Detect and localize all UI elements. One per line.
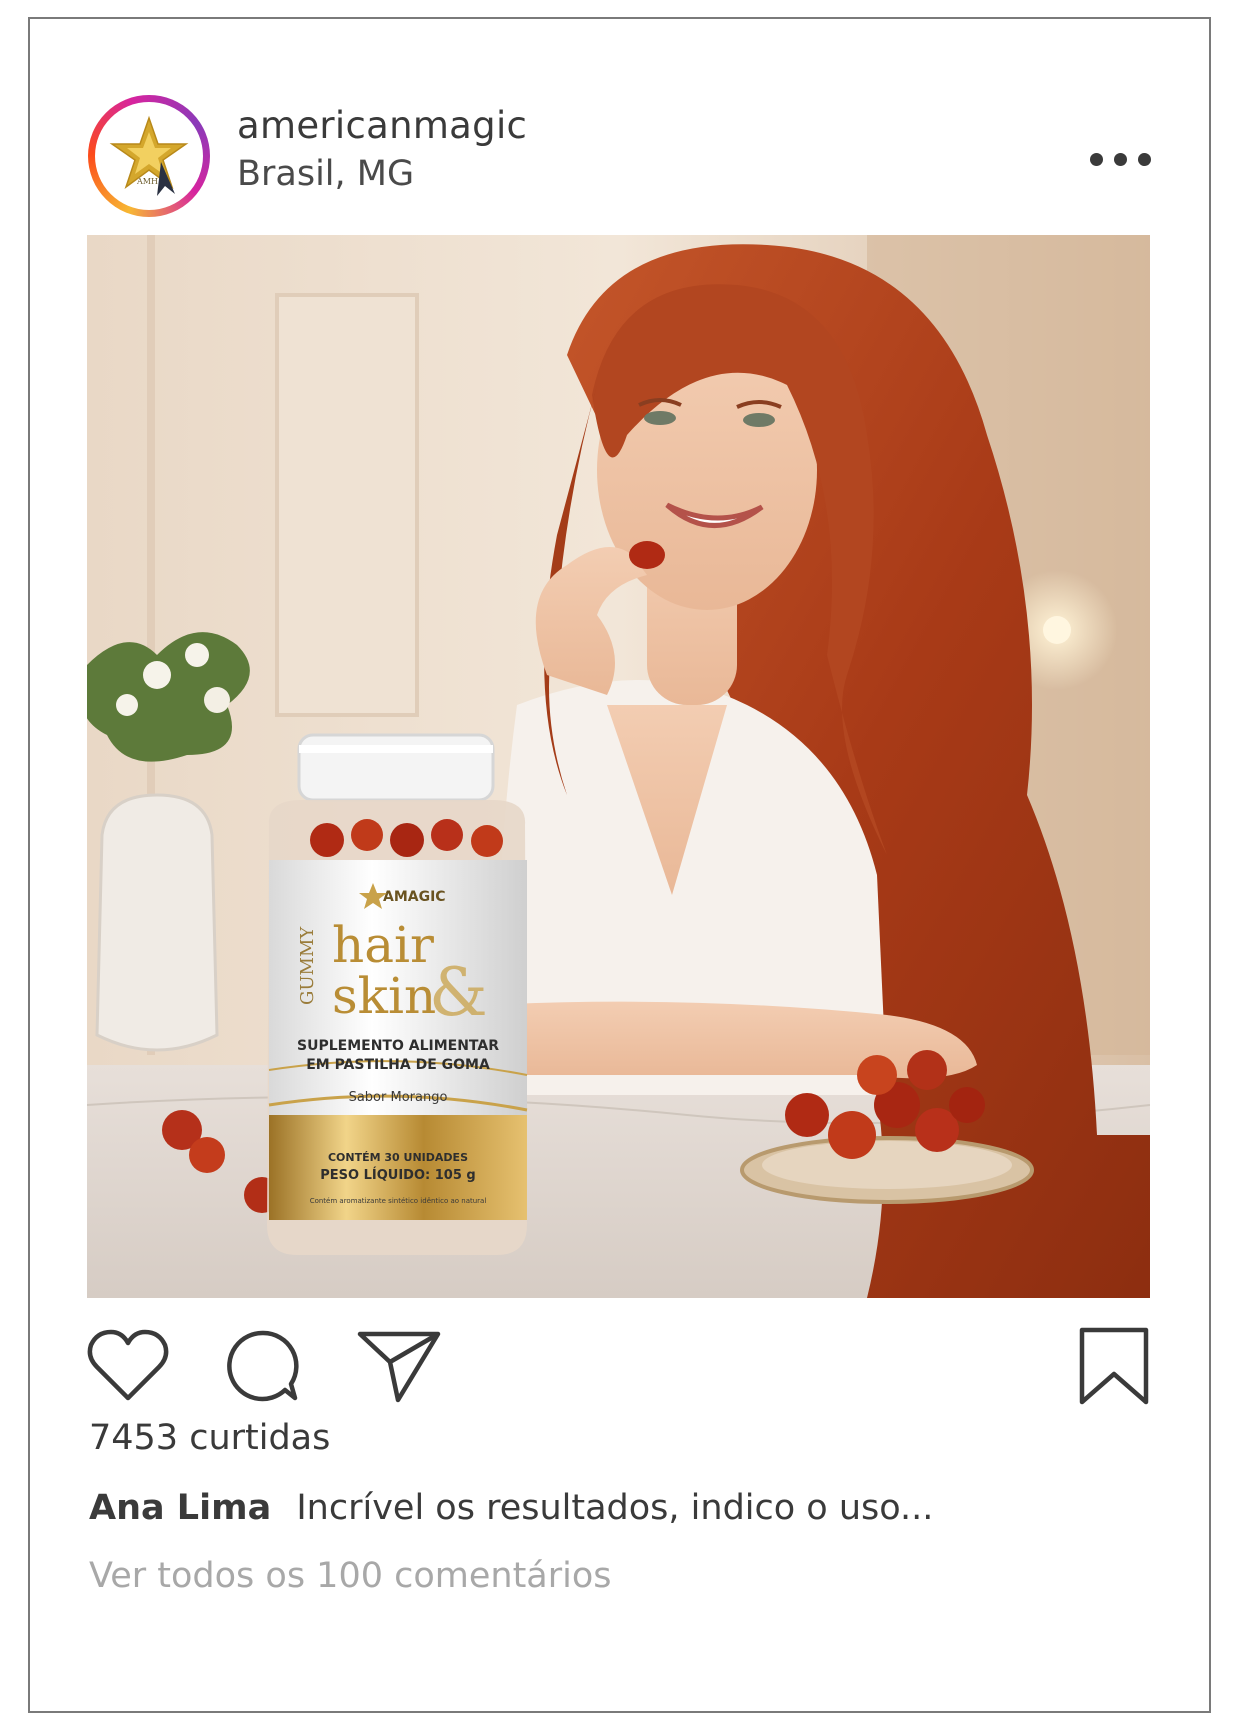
more-options-button[interactable] bbox=[1090, 143, 1152, 175]
profile-avatar[interactable]: AMH bbox=[88, 95, 210, 217]
likes-count[interactable]: 7453 curtidas bbox=[89, 1418, 330, 1458]
svg-text:SUPLEMENTO ALIMENTAR: SUPLEMENTO ALIMENTAR bbox=[297, 1038, 499, 1054]
product-photo: AMAGIC GUMMY hair skin & SUPLEMENTO ALIM… bbox=[87, 235, 1150, 1298]
post-caption: Ana Lima Incrível os resultados, indico … bbox=[89, 1488, 933, 1528]
svg-text:EM PASTILHA DE GOMA: EM PASTILHA DE GOMA bbox=[306, 1057, 490, 1073]
post-username[interactable]: americanmagic bbox=[237, 104, 527, 147]
product-bottle: AMAGIC GUMMY hair skin & SUPLEMENTO ALIM… bbox=[267, 733, 528, 1255]
svg-text:&: & bbox=[429, 954, 488, 1031]
caption-author[interactable]: Ana Lima bbox=[89, 1488, 271, 1528]
svg-text:PESO LÍQUIDO: 105 g: PESO LÍQUIDO: 105 g bbox=[320, 1167, 475, 1183]
more-dots-icon bbox=[1090, 153, 1103, 166]
brand-logo: AMH bbox=[95, 102, 203, 210]
star-logo-icon: AMH bbox=[109, 115, 189, 196]
comment-bubble-icon[interactable] bbox=[225, 1328, 301, 1404]
svg-text:Contém aromatizante sintético: Contém aromatizante sintético idêntico a… bbox=[310, 1197, 487, 1205]
svg-text:hair: hair bbox=[332, 916, 434, 974]
paper-plane-icon[interactable] bbox=[356, 1328, 442, 1404]
svg-text:AMAGIC: AMAGIC bbox=[383, 889, 446, 905]
svg-text:CONTÉM 30 UNIDADES: CONTÉM 30 UNIDADES bbox=[328, 1151, 468, 1164]
svg-text:skin: skin bbox=[332, 967, 436, 1025]
caption-text: Incrível os resultados, indico o uso... bbox=[296, 1488, 934, 1528]
heart-icon[interactable] bbox=[87, 1328, 169, 1404]
post-location[interactable]: Brasil, MG bbox=[237, 154, 414, 194]
svg-text:GUMMY: GUMMY bbox=[297, 926, 318, 1005]
bookmark-icon[interactable] bbox=[1078, 1326, 1150, 1406]
svg-text:AMH: AMH bbox=[136, 177, 158, 186]
svg-text:Sabor Morango: Sabor Morango bbox=[349, 1090, 448, 1105]
post-image[interactable]: AMAGIC GUMMY hair skin & SUPLEMENTO ALIM… bbox=[87, 235, 1150, 1298]
view-comments-link[interactable]: Ver todos os 100 comentários bbox=[89, 1556, 612, 1596]
